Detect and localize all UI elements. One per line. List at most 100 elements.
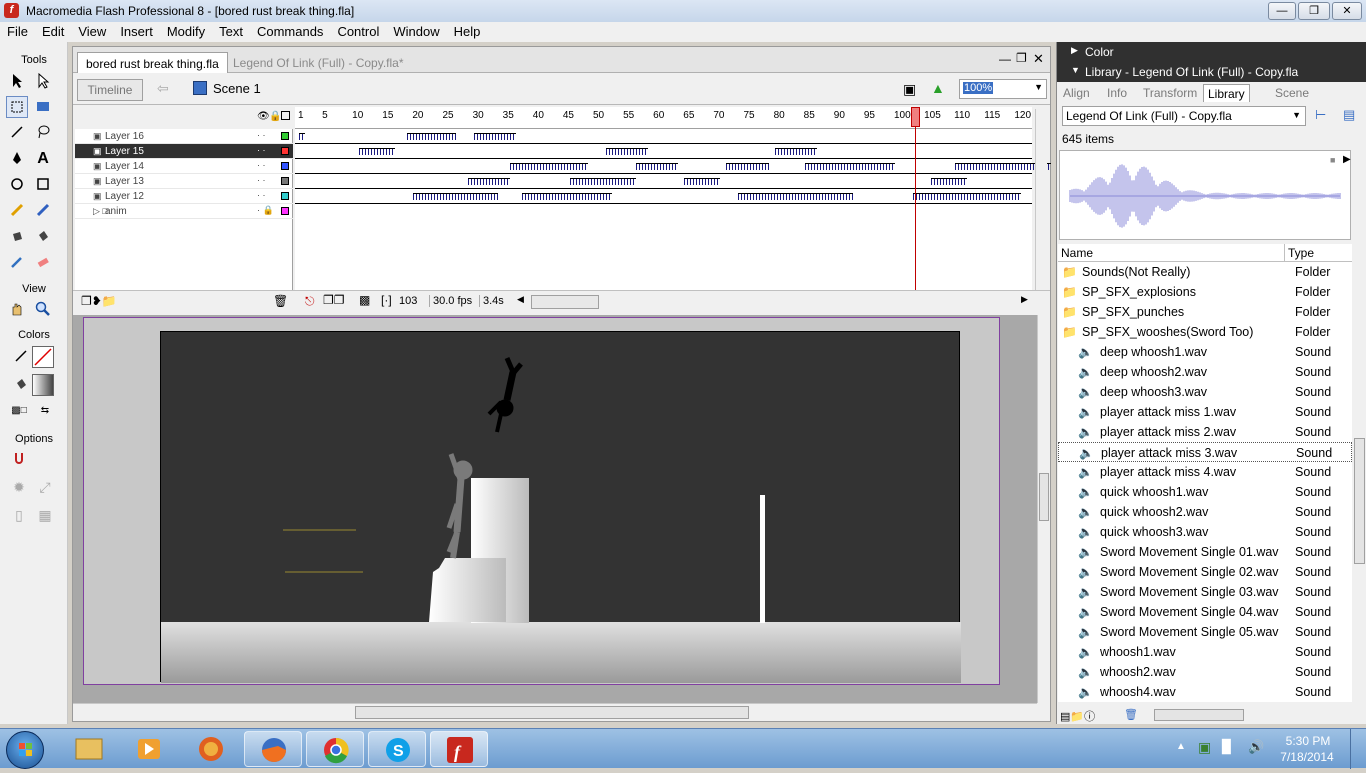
library-item[interactable]: 🔈 quick whoosh2.wav Sound xyxy=(1058,502,1352,522)
stage[interactable] xyxy=(160,331,961,683)
tab-transform[interactable]: Transform xyxy=(1143,84,1197,102)
menu-commands[interactable]: Commands xyxy=(250,22,330,42)
explorer-icon[interactable] xyxy=(60,731,118,767)
layer-visibility-icon[interactable]: · · xyxy=(257,190,266,200)
smooth-icon[interactable]: ✹ xyxy=(8,476,30,498)
layer-outline-color[interactable] xyxy=(281,162,289,170)
layer-outline-color[interactable] xyxy=(281,132,289,140)
oval-tool-icon[interactable] xyxy=(6,174,28,196)
clock-date[interactable]: 7/18/2014 xyxy=(1272,750,1342,764)
scroll-left-icon[interactable]: ◀ xyxy=(517,294,524,305)
insert-layer-icon[interactable]: ❐❥📁 xyxy=(81,294,117,308)
stage-vscroll[interactable] xyxy=(1037,315,1050,703)
fill-color-icon[interactable] xyxy=(10,374,32,396)
eye-icon[interactable]: 👁 xyxy=(257,111,270,122)
stroke-color-icon[interactable] xyxy=(10,346,32,368)
eraser-tool-icon[interactable] xyxy=(32,252,54,274)
tab-bored-rust[interactable]: bored rust break thing.fla xyxy=(77,52,228,73)
restore-button[interactable]: ❐ xyxy=(1298,2,1330,20)
tab-legend-of-link[interactable]: Legend Of Link (Full) - Copy.fla* xyxy=(225,52,412,73)
delete-item-icon[interactable]: 🗑 xyxy=(1124,708,1138,721)
frame-ruler[interactable]: 1 5 10 15 20 25 30 35 40 45 50 55 60 65 70 75 80 85 90 95 10… xyxy=(295,107,1032,129)
library-item[interactable]: 🔈 quick whoosh3.wav Sound xyxy=(1058,522,1352,542)
edit-markers-icon[interactable]: ▩ xyxy=(359,293,370,307)
show-hidden-icons[interactable]: ▲ xyxy=(1176,741,1186,752)
library-vscroll-thumb[interactable] xyxy=(1354,438,1365,564)
menu-file[interactable]: File xyxy=(0,22,35,42)
layer-row[interactable]: ▣ Layer 15 · · xyxy=(75,144,293,159)
library-item[interactable]: 📁 SP_SFX_wooshes(Sword Too) Folder xyxy=(1058,322,1352,342)
firefox-alt-icon[interactable] xyxy=(182,731,240,767)
library-item[interactable]: 🔈 quick whoosh1.wav Sound xyxy=(1058,482,1352,502)
lasso-tool-icon[interactable] xyxy=(32,122,54,144)
tab-library[interactable]: Library xyxy=(1203,84,1250,102)
show-desktop-button[interactable] xyxy=(1350,729,1366,769)
text-tool-icon[interactable]: A xyxy=(32,148,54,170)
timeline-vscroll[interactable] xyxy=(1035,109,1047,291)
library-item[interactable]: 🔈 player attack miss 3.wav Sound xyxy=(1058,442,1352,462)
subselection-tool-icon[interactable] xyxy=(32,70,54,92)
edit-scene-icon[interactable]: ▣ xyxy=(903,81,916,98)
scale-icon[interactable]: ▦ xyxy=(34,504,56,526)
menu-modify[interactable]: Modify xyxy=(160,22,212,42)
play-preview-icon[interactable]: ▶ xyxy=(1343,154,1351,165)
stroke-color-swatch[interactable] xyxy=(32,346,54,368)
library-item[interactable]: 🔈 deep whoosh1.wav Sound xyxy=(1058,342,1352,362)
doc-minimize-icon[interactable]: — xyxy=(999,52,1011,66)
pencil-tool-icon[interactable] xyxy=(6,200,28,222)
doc-restore-icon[interactable]: ❐ xyxy=(1016,51,1027,65)
firefox-icon[interactable] xyxy=(244,731,302,767)
doc-close-icon[interactable]: ✕ xyxy=(1033,51,1044,67)
frame-row[interactable] xyxy=(295,144,1032,159)
layer-visibility-icon[interactable]: · · xyxy=(257,130,266,140)
start-orb[interactable] xyxy=(6,731,44,769)
stage-hscroll[interactable] xyxy=(73,703,1037,721)
layer-outline-color[interactable] xyxy=(281,207,289,215)
menu-view[interactable]: View xyxy=(71,22,113,42)
rotate-skew-icon[interactable]: ▯ xyxy=(8,504,30,526)
close-button[interactable]: ✕ xyxy=(1332,2,1362,20)
new-symbol-icon[interactable]: ▤📁ⓘ xyxy=(1060,708,1095,724)
library-item[interactable]: 🔈 deep whoosh3.wav Sound xyxy=(1058,382,1352,402)
library-panel-header[interactable]: ▼ Library - Legend Of Link (Full) - Copy.… xyxy=(1057,62,1366,82)
pen-tool-icon[interactable] xyxy=(6,148,28,170)
library-hscroll-thumb[interactable] xyxy=(1154,709,1244,721)
signal-icon[interactable]: ▉ xyxy=(1222,739,1232,755)
library-item[interactable]: 🔈 player attack miss 2.wav Sound xyxy=(1058,422,1352,442)
zoom-select[interactable]: 100% ▼ xyxy=(959,79,1047,99)
layer-outline-color[interactable] xyxy=(281,192,289,200)
library-item[interactable]: 📁 Sounds(Not Really) Folder xyxy=(1058,262,1352,282)
library-item[interactable]: 🔈 Sword Movement Single 05.wav Sound xyxy=(1058,622,1352,642)
timeline-button[interactable]: Timeline xyxy=(77,79,143,101)
center-frame-icon[interactable]: ⎋ xyxy=(305,294,315,309)
rectangle-tool-icon[interactable] xyxy=(32,174,54,196)
frame-row[interactable] xyxy=(295,174,1032,189)
library-item[interactable]: 🔈 Sword Movement Single 02.wav Sound xyxy=(1058,562,1352,582)
library-item[interactable]: 📁 SP_SFX_explosions Folder xyxy=(1058,282,1352,302)
layer-visibility-icon[interactable]: · · xyxy=(257,175,266,185)
tab-info[interactable]: Info xyxy=(1107,84,1127,102)
layer-row[interactable]: ▣ Layer 16 · · xyxy=(75,129,293,144)
library-item[interactable]: 🔈 Sword Movement Single 01.wav Sound xyxy=(1058,542,1352,562)
menu-control[interactable]: Control xyxy=(330,22,386,42)
layer-row[interactable]: ▣ Layer 13 · · xyxy=(75,174,293,189)
library-vscroll[interactable] xyxy=(1353,244,1366,702)
media-player-icon[interactable] xyxy=(120,731,178,767)
straighten-icon[interactable]: ⤢ xyxy=(34,476,56,498)
library-item[interactable]: 📁 SP_SFX_punches Folder xyxy=(1058,302,1352,322)
delete-layer-icon[interactable]: 🗑 xyxy=(273,294,288,308)
free-transform-tool-icon[interactable] xyxy=(6,96,28,118)
library-item[interactable]: 🔈 Sword Movement Single 03.wav Sound xyxy=(1058,582,1352,602)
layer-row[interactable]: ▣ Layer 12 · · xyxy=(75,189,293,204)
library-item[interactable]: 🔈 player attack miss 1.wav Sound xyxy=(1058,402,1352,422)
hand-tool-icon[interactable] xyxy=(6,298,28,320)
outline-icon[interactable] xyxy=(281,111,290,120)
modify-markers-icon[interactable]: [·] xyxy=(381,293,392,307)
menu-text[interactable]: Text xyxy=(212,22,250,42)
chrome-icon[interactable] xyxy=(306,731,364,767)
library-item[interactable]: 🔈 deep whoosh2.wav Sound xyxy=(1058,362,1352,382)
clock-time[interactable]: 5:30 PM xyxy=(1278,734,1338,748)
type-column-header[interactable]: Type xyxy=(1288,246,1314,260)
library-item[interactable]: 🔈 whoosh2.wav Sound xyxy=(1058,662,1352,682)
stop-preview-icon[interactable]: ■ xyxy=(1330,155,1342,167)
